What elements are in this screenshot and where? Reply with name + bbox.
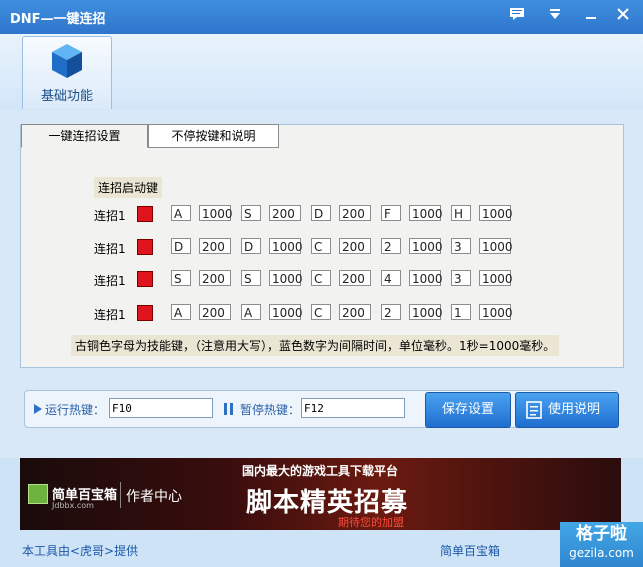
window-title: DNF—一键连招	[10, 12, 106, 27]
delay-input[interactable]: 1000	[269, 304, 303, 320]
run-hotkey-label: 运行热键：	[45, 403, 106, 417]
delay-input[interactable]: 1000	[409, 238, 443, 254]
trigger-key-box[interactable]	[137, 206, 153, 222]
combo-trigger-header: 连招启动键	[94, 177, 163, 198]
delay-input[interactable]: 200	[339, 238, 371, 254]
ribbon-tab-label: 基础功能	[40, 89, 93, 104]
delay-input[interactable]: 1000	[409, 270, 443, 286]
skill-key-input[interactable]: 3	[451, 238, 471, 254]
skill-key-input[interactable]: S	[241, 270, 261, 286]
skill-key-input[interactable]: D	[311, 205, 331, 221]
delay-input[interactable]: 1000	[479, 205, 513, 221]
skill-key-input[interactable]: 3	[451, 270, 471, 286]
delay-input[interactable]: 200	[339, 270, 371, 286]
footer-credit: 本工具由<虎哥>提供	[22, 544, 139, 558]
skill-key-input[interactable]: C	[311, 238, 331, 254]
instruction-note: 古铜色字母为技能键，（注意用大写），蓝色数字为间隔时间，单位毫秒。1秒=1000…	[71, 335, 560, 356]
footer: 本工具由<虎哥>提供 简单百宝箱	[0, 530, 643, 567]
delay-input[interactable]: 1000	[479, 304, 513, 320]
trigger-key-box[interactable]	[137, 239, 153, 255]
help-button-label: 使用说明	[548, 402, 601, 417]
delay-input[interactable]: 1000	[409, 205, 443, 221]
watermark: 格子啦 gezila.com	[560, 522, 643, 567]
skill-key-input[interactable]: C	[311, 304, 331, 320]
delay-input[interactable]: 1000	[479, 270, 513, 286]
combo-row: 连招1 A 200 A 1000 C 200 2 1000 1 1000	[21, 302, 621, 324]
banner-brand-sub: Jdbbx.com	[52, 501, 94, 510]
delay-input[interactable]: 200	[339, 304, 371, 320]
watermark-line2: gezila.com	[569, 546, 634, 560]
pause-hotkey-input[interactable]: F12	[301, 398, 405, 418]
delay-input[interactable]: 1000	[479, 238, 513, 254]
delay-input[interactable]: 200	[199, 238, 231, 254]
banner-sub: 期待您的加盟	[338, 516, 404, 529]
banner-tagline: 国内最大的游戏工具下载平台	[242, 464, 399, 478]
banner-ad[interactable]: 简单百宝箱 Jdbbx.com 作者中心 国内最大的游戏工具下载平台 脚本精英招…	[20, 458, 621, 530]
main-content: 一键连招设置 不停按键和说明 连招启动键 连招1 A 1000 S 200 D 200 F 10…	[0, 110, 643, 458]
run-hotkey-input[interactable]: F10	[109, 398, 213, 418]
skill-key-input[interactable]: 4	[381, 270, 401, 286]
combo-row-label: 连招1	[94, 242, 126, 256]
help-button[interactable]: 使用说明	[515, 392, 619, 428]
tab-combo-settings[interactable]: 一键连招设置	[21, 124, 148, 148]
feedback-icon[interactable]	[506, 6, 528, 28]
title-bar: DNF—一键连招	[0, 0, 643, 34]
delay-input[interactable]: 200	[339, 205, 371, 221]
skill-key-input[interactable]: D	[171, 238, 191, 254]
skill-key-input[interactable]: A	[171, 205, 191, 221]
save-settings-button[interactable]: 保存设置	[425, 392, 511, 428]
skill-key-input[interactable]: 1	[451, 304, 471, 320]
combo-row: 连招1 A 1000 S 200 D 200 F 1000 H 1000	[21, 203, 621, 225]
play-icon	[34, 404, 42, 414]
watermark-line1: 格子啦	[576, 524, 627, 544]
skill-key-input[interactable]: A	[171, 304, 191, 320]
cube-icon	[52, 44, 82, 78]
skill-key-input[interactable]: S	[241, 205, 261, 221]
tab-keypress-help[interactable]: 不停按键和说明	[148, 124, 279, 148]
banner-divider	[120, 482, 121, 508]
delay-input[interactable]: 1000	[269, 238, 303, 254]
combo-row-label: 连招1	[94, 209, 126, 223]
box-logo-icon	[28, 484, 48, 504]
delay-input[interactable]: 200	[269, 205, 301, 221]
delay-input[interactable]: 1000	[409, 304, 443, 320]
menu-dropdown-icon[interactable]	[544, 6, 566, 28]
ribbon: 基础功能	[0, 34, 643, 111]
footer-link[interactable]: 简单百宝箱	[440, 542, 500, 559]
delay-input[interactable]: 200	[199, 270, 231, 286]
delay-input[interactable]: 1000	[269, 270, 303, 286]
pause-hotkey-label: 暂停热键：	[240, 403, 301, 417]
pause-icon	[224, 403, 233, 415]
skill-key-input[interactable]: D	[241, 238, 261, 254]
skill-key-input[interactable]: F	[381, 205, 401, 221]
banner-author: 作者中心	[126, 489, 182, 505]
skill-key-input[interactable]: C	[311, 270, 331, 286]
skill-key-input[interactable]: S	[171, 270, 191, 286]
combo-row-label: 连招1	[94, 274, 126, 288]
combo-panel: 一键连招设置 不停按键和说明 连招启动键 连招1 A 1000 S 200 D 200 F 10…	[20, 124, 624, 368]
delay-input[interactable]: 1000	[199, 205, 233, 221]
combo-row: 连招1 D 200 D 1000 C 200 2 1000 3 1000	[21, 236, 621, 258]
skill-key-input[interactable]: 2	[381, 238, 401, 254]
hotkey-bar: 运行热键： F10 暂停热键： F12 保存设置 使用说明	[24, 390, 619, 428]
ribbon-tab-basic[interactable]: 基础功能	[22, 36, 112, 109]
skill-key-input[interactable]: 2	[381, 304, 401, 320]
trigger-key-box[interactable]	[137, 271, 153, 287]
combo-row: 连招1 S 200 S 1000 C 200 4 1000 3 1000	[21, 268, 621, 290]
combo-row-label: 连招1	[94, 308, 126, 322]
close-icon[interactable]	[612, 6, 634, 28]
document-icon	[526, 401, 542, 419]
trigger-key-box[interactable]	[137, 305, 153, 321]
minimize-icon[interactable]	[580, 6, 602, 28]
skill-key-input[interactable]: A	[241, 304, 261, 320]
delay-input[interactable]: 200	[199, 304, 231, 320]
skill-key-input[interactable]: H	[451, 205, 471, 221]
